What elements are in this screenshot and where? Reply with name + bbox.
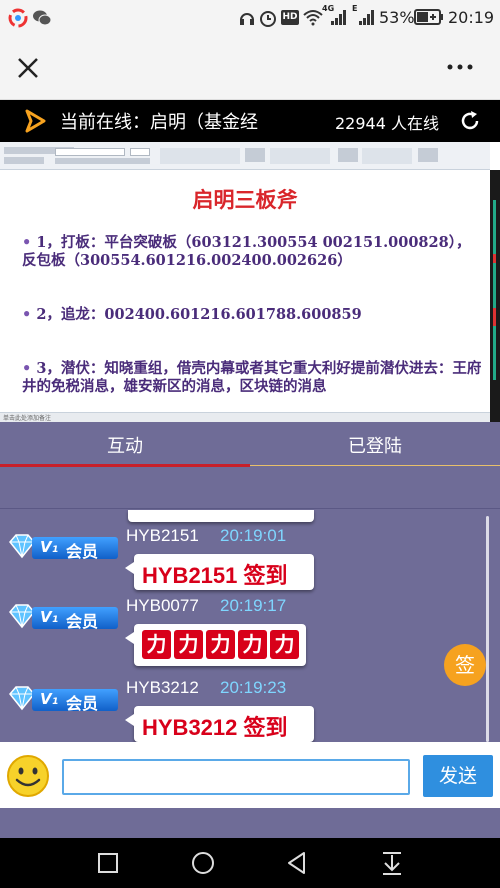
hd-icon: HD — [281, 10, 299, 25]
clock-time: 20:19 — [448, 8, 495, 27]
network-e-label: E — [352, 4, 358, 13]
smiley-icon[interactable] — [6, 754, 50, 798]
live-logo-icon — [25, 109, 46, 133]
chat-text: HYB2151 签到 — [142, 563, 288, 588]
ppt-toolbar — [0, 142, 490, 170]
slide-item-1: • 1，打板：平台突破板（603121.300554 002151.000828… — [22, 234, 471, 269]
refresh-icon[interactable] — [458, 109, 482, 133]
signal-icon-2 — [359, 10, 374, 25]
home-icon[interactable] — [190, 850, 216, 876]
online-count: 22944 人在线 — [335, 114, 439, 133]
tab-indicator — [0, 464, 250, 467]
live-bar: 当前在线：启明（基金经 22944 人在线 — [0, 100, 500, 142]
chat-input-bar: 发送 — [0, 742, 500, 808]
back-icon[interactable] — [284, 850, 310, 876]
chat-username: HYB2151 — [126, 526, 199, 545]
wifi-icon — [303, 10, 323, 26]
tab-bar: 互动 已登陆 — [0, 422, 500, 470]
vip-member-badge: V₁ 会员 — [6, 602, 118, 632]
battery-percent: 53% — [379, 8, 415, 27]
android-nav-bar — [0, 838, 500, 888]
chat-bubble: HYB3212 签到 — [125, 706, 314, 742]
chat-bubble: HYB2151 签到 — [125, 554, 314, 590]
status-bar: HD 4G E 53% 20:19 — [0, 0, 500, 36]
close-icon[interactable] — [16, 56, 40, 80]
tab-interact[interactable]: 互动 — [0, 422, 250, 470]
app-icon — [8, 8, 28, 28]
chat-bubble: 力力力力力 — [125, 624, 306, 666]
battery-icon — [414, 9, 443, 25]
more-icon[interactable] — [446, 62, 474, 72]
chat-scrollbar[interactable] — [486, 516, 489, 742]
slide-item-3: • 3，潜伏：知晓重组，借壳内幕或者其它重大利好提前潜伏进去：王府井的免税消息，… — [22, 360, 482, 395]
chat-username: HYB3212 — [126, 678, 199, 697]
tab-logged-in[interactable]: 已登陆 — [250, 422, 500, 470]
sign-in-button[interactable]: 签 — [444, 644, 486, 686]
chat-text: HYB3212 签到 — [142, 715, 288, 740]
slide-title: 启明三板斧 — [192, 187, 298, 212]
chat-timestamp: 20:19:01 — [220, 526, 287, 545]
chat-username: HYB0077 — [126, 596, 199, 615]
chat-emoji-boxes: 力力力力力 — [142, 630, 302, 659]
chat-timestamp: 20:19:17 — [220, 596, 287, 615]
chat-list[interactable]: V₁ 会员 HYB2151 20:19:01 HYB2151 签到 V₁ 会员 … — [0, 470, 500, 742]
chat-timestamp: 20:19:23 — [220, 678, 287, 697]
ppt-notes-bar: 单击此处添加备注 — [0, 412, 490, 422]
send-button[interactable]: 发送 — [423, 755, 493, 797]
slide-item-2: • 2，追龙：002400.601216.601788.600859 — [22, 306, 362, 323]
vip-member-badge: V₁ 会员 — [6, 684, 118, 714]
download-icon[interactable] — [378, 849, 406, 877]
vip-member-badge: V₁ 会员 — [6, 532, 118, 562]
app-bar — [0, 36, 500, 100]
headset-icon — [240, 13, 254, 25]
signal-icon — [331, 10, 346, 25]
wechat-icon — [33, 10, 52, 26]
live-video-area: 启明三板斧 • 1，打板：平台突破板（603121.300554 002151.… — [0, 142, 500, 422]
recents-icon[interactable] — [96, 851, 120, 875]
chat-message-input[interactable] — [62, 759, 410, 795]
alarm-icon — [260, 11, 276, 27]
slide: 启明三板斧 • 1，打板：平台突破板（603121.300554 002151.… — [0, 170, 490, 412]
live-host-label: 当前在线：启明（基金经 — [60, 112, 258, 133]
chart-strip — [490, 170, 500, 422]
